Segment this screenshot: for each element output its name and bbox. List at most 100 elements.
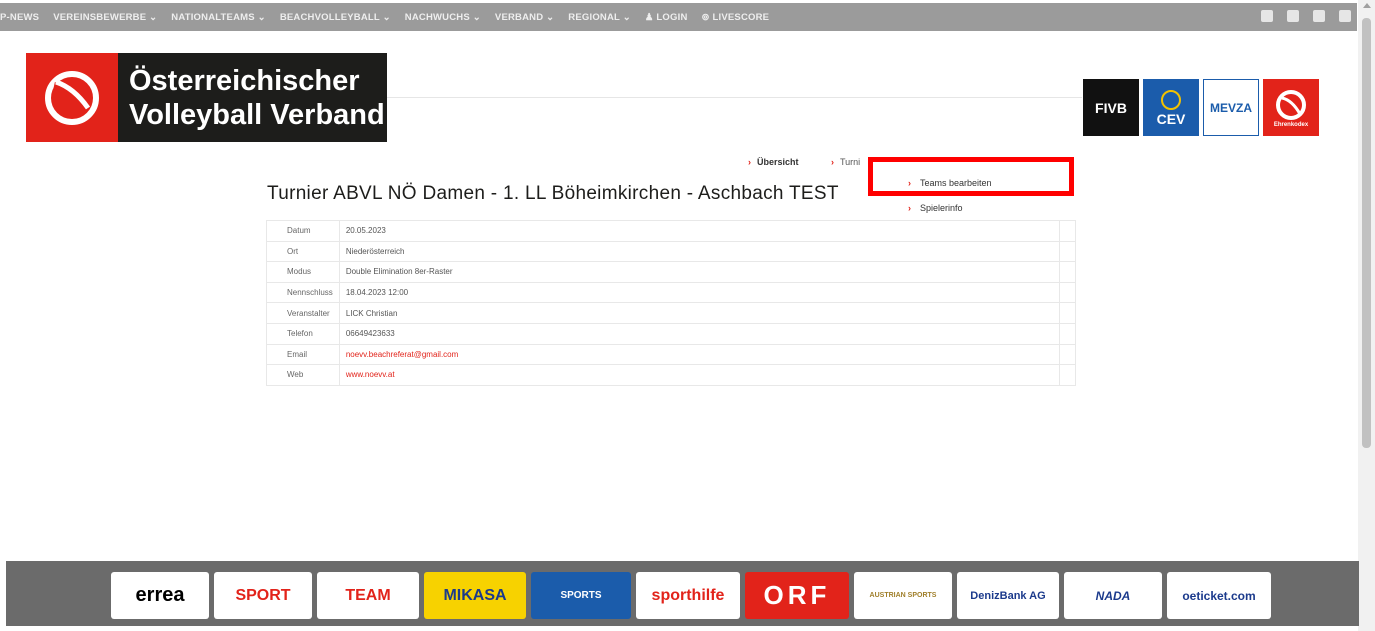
cev-ball-icon xyxy=(1161,89,1181,110)
instagram-icon[interactable] xyxy=(1313,10,1325,22)
nav-item-nationalteams[interactable]: NATIONALTEAMS ⌄ xyxy=(171,12,266,23)
nav-item-vereinsbewerbe[interactable]: VEREINSBEWERBE ⌄ xyxy=(53,12,157,23)
row-key: Modus xyxy=(266,261,340,283)
ovv-logo[interactable]: Österreichischer Volleyball Verband xyxy=(26,53,387,142)
sponsor-logos: errea SPORT TEAM MIKASA SPORTS sporthilf… xyxy=(111,572,1271,619)
cev-logo-text: CEV xyxy=(1156,110,1186,127)
social-links xyxy=(1261,10,1351,22)
row-key: Datum xyxy=(266,220,340,242)
table-row: Telefon 06649423633 xyxy=(266,322,1076,345)
sponsor-team[interactable]: TEAM xyxy=(317,572,419,619)
twitter-icon[interactable] xyxy=(1287,10,1299,22)
sponsor-nada[interactable]: NADA xyxy=(1064,572,1162,619)
row-spacer xyxy=(1059,343,1076,366)
table-row: Veranstalter LICK Christian xyxy=(266,302,1076,324)
scroll-up-icon[interactable] xyxy=(1363,3,1371,8)
dropdown-item-players-label: Spielerinfo xyxy=(920,203,963,213)
sponsor-oeticket[interactable]: oeticket.com xyxy=(1167,572,1271,619)
ehrenkodex-logo-text: Ehrenkodex xyxy=(1273,121,1309,128)
cev-logo[interactable]: CEV xyxy=(1143,79,1199,136)
ehrenkodex-logo[interactable]: Ehrenkodex xyxy=(1263,79,1319,136)
table-row: Nennschluss 18.04.2023 12:00 xyxy=(266,281,1076,304)
fivb-logo-text: FIVB xyxy=(1095,99,1127,116)
nav-item-beachvolleyball[interactable]: BEACHVOLLEYBALL ⌄ xyxy=(280,12,391,23)
table-row: Modus Double Elimination 8er-Raster xyxy=(266,261,1076,283)
youtube-icon[interactable] xyxy=(1339,10,1351,22)
row-spacer xyxy=(1059,261,1076,283)
header-divider xyxy=(387,97,1082,98)
nav-item-news[interactable]: P-NEWS xyxy=(0,12,39,23)
sponsor-team-text: TEAM xyxy=(345,586,391,604)
sponsor-errea[interactable]: errea xyxy=(111,572,209,619)
dropdown-item-players[interactable]: › Spielerinfo xyxy=(908,203,963,213)
subnav-tournament-label: Turni xyxy=(840,157,861,167)
row-spacer xyxy=(1059,302,1076,324)
nav-item-nachwuchs[interactable]: NACHWUCHS ⌄ xyxy=(405,12,481,23)
sponsor-orf-text: ORF xyxy=(763,580,831,610)
sponsor-nada-text: NADA xyxy=(1095,588,1131,603)
partner-logos: FIVB CEV MEVZA Ehrenkodex xyxy=(1083,79,1319,136)
row-value: 20.05.2023 xyxy=(338,220,1061,242)
table-row: Ort Niederösterreich xyxy=(266,240,1076,263)
row-key: Nennschluss xyxy=(266,281,340,304)
subnav-overview[interactable]: › Übersicht xyxy=(748,157,799,167)
row-value: Double Elimination 8er-Raster xyxy=(338,261,1061,283)
table-row: Email noevv.beachreferat@gmail.com xyxy=(266,343,1076,366)
top-navigation-bar: P-NEWS VEREINSBEWERBE ⌄ NATIONALTEAMS ⌄ … xyxy=(0,3,1357,31)
row-spacer xyxy=(1059,364,1076,386)
sponsor-sporthilfe[interactable]: sporthilfe xyxy=(636,572,740,619)
sponsor-denizbank[interactable]: DenizBank AG xyxy=(957,572,1059,619)
sponsor-mikasa-text: MIKASA xyxy=(443,586,507,604)
row-value: 18.04.2023 12:00 xyxy=(338,281,1061,304)
sponsor-sport[interactable]: SPORT xyxy=(214,572,312,619)
chevron-right-icon: › xyxy=(908,203,911,213)
row-spacer xyxy=(1059,240,1076,263)
chevron-right-icon: › xyxy=(831,157,834,167)
sponsor-sport-text: SPORT xyxy=(235,586,291,604)
row-key: Web xyxy=(266,364,340,386)
volleyball-logo-icon xyxy=(26,53,118,142)
logo-line-2: Volleyball Verband xyxy=(129,99,385,131)
vertical-scrollbar[interactable] xyxy=(1358,0,1375,631)
nav-item-regional[interactable]: REGIONAL ⌄ xyxy=(568,12,631,23)
sponsor-austrian-sports-text: AUSTRIAN SPORTS xyxy=(869,592,937,599)
logo-line-1: Österreichischer xyxy=(129,65,360,97)
nav-item-livescore[interactable]: ⊚ LIVESCORE xyxy=(702,12,770,23)
facebook-icon[interactable] xyxy=(1261,10,1273,22)
scrollbar-thumb[interactable] xyxy=(1362,18,1371,448)
page-title: Turnier ABVL NÖ Damen - 1. LL Böheimkirc… xyxy=(267,183,839,204)
row-value: LICK Christian xyxy=(338,302,1061,324)
row-spacer xyxy=(1059,220,1076,242)
subnav-tournament[interactable]: › Turni xyxy=(831,157,860,167)
chevron-right-icon: › xyxy=(748,157,751,167)
highlight-box xyxy=(868,157,1074,196)
sponsor-orf[interactable]: ORF xyxy=(745,572,849,619)
nav-item-verband[interactable]: VERBAND ⌄ xyxy=(495,12,554,23)
sponsor-sporthilfe-text: sporthilfe xyxy=(651,586,725,604)
row-value: 06649423633 xyxy=(338,322,1061,345)
row-key: Veranstalter xyxy=(266,302,340,324)
nav-item-login[interactable]: ♟ LOGIN xyxy=(645,12,688,23)
row-value: Niederösterreich xyxy=(338,240,1061,263)
web-link[interactable]: www.noevv.at xyxy=(338,364,1061,386)
table-row: Web www.noevv.at xyxy=(266,364,1076,386)
row-key: Email xyxy=(266,343,340,366)
mevza-logo[interactable]: MEVZA xyxy=(1203,79,1259,136)
table-row: Datum 20.05.2023 xyxy=(266,220,1076,242)
sponsor-powersports[interactable]: SPORTS xyxy=(531,572,631,619)
ehrenkodex-ball-icon xyxy=(1276,89,1306,120)
row-spacer xyxy=(1059,281,1076,304)
sponsor-oeticket-text: oeticket.com xyxy=(1182,588,1256,603)
row-key: Ort xyxy=(266,240,340,263)
row-key: Telefon xyxy=(266,322,340,345)
fivb-logo[interactable]: FIVB xyxy=(1083,79,1139,136)
sponsor-mikasa[interactable]: MIKASA xyxy=(424,572,526,619)
sponsor-errea-text: errea xyxy=(135,584,185,606)
tournament-info-table: Datum 20.05.2023 Ort Niederösterreich Modu… xyxy=(266,220,1076,386)
subnav-overview-label: Übersicht xyxy=(757,157,799,167)
mevza-logo-text: MEVZA xyxy=(1210,100,1252,115)
email-link[interactable]: noevv.beachreferat@gmail.com xyxy=(338,343,1061,366)
sponsor-denizbank-text: DenizBank AG xyxy=(970,589,1046,602)
sponsor-austrian-sports[interactable]: AUSTRIAN SPORTS xyxy=(854,572,952,619)
sponsor-powersports-text: SPORTS xyxy=(560,590,602,601)
